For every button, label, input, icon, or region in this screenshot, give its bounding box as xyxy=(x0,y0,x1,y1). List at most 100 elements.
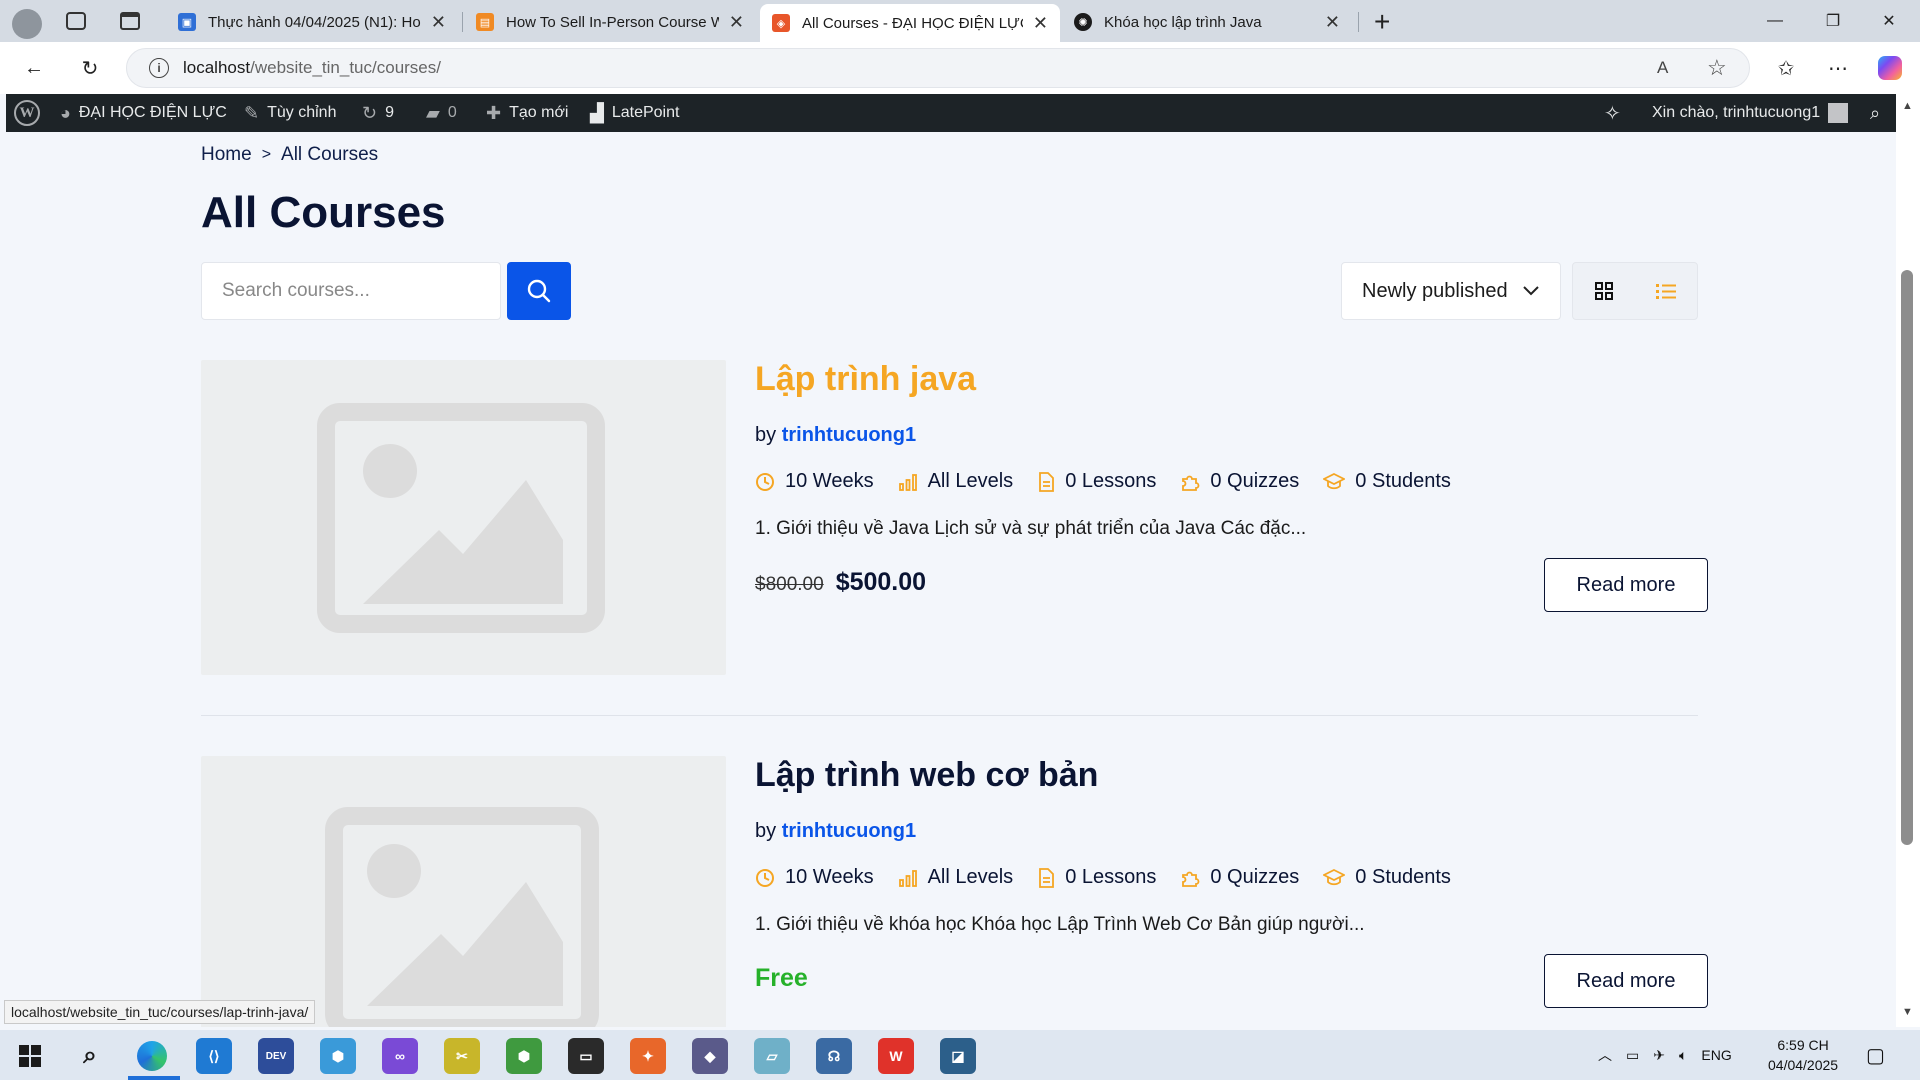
updates-menu[interactable]: ↻ 9 xyxy=(362,94,394,132)
refresh-icon[interactable]: ↻ xyxy=(74,52,106,84)
close-window-icon[interactable]: ✕ xyxy=(1866,6,1912,36)
terminal-icon[interactable]: ▭ xyxy=(568,1038,604,1074)
sort-select[interactable]: Newly published xyxy=(1341,262,1561,320)
wps-office-icon[interactable]: W xyxy=(878,1038,914,1074)
favorites-icon[interactable]: ✩ xyxy=(1770,52,1802,84)
more-menu-icon[interactable]: ⋯ xyxy=(1822,52,1854,84)
postgres-icon[interactable]: ☊ xyxy=(816,1038,852,1074)
course-excerpt: 1. Giới thiệu về khóa học Khóa học Lập T… xyxy=(755,914,1365,935)
close-tab-icon[interactable]: ✕ xyxy=(729,12,744,33)
course-meta: 10 Weeks All Levels 0 Lessons 0 Quizzes … xyxy=(755,866,1451,889)
ssms-icon[interactable]: ◪ xyxy=(940,1038,976,1074)
read-more-button[interactable]: Read more xyxy=(1544,954,1708,1008)
minimize-icon[interactable]: — xyxy=(1752,6,1798,36)
breadcrumb-home-link[interactable]: Home xyxy=(201,144,252,166)
meta-lessons: 0 Lessons xyxy=(1037,866,1156,889)
list-view-button[interactable] xyxy=(1635,263,1697,319)
site-name-menu[interactable]: ◕ ĐẠI HỌC ĐIỆN LỰC xyxy=(60,94,227,132)
active-app-highlight xyxy=(128,1076,180,1080)
course-thumbnail[interactable] xyxy=(201,360,726,675)
windows-start-icon[interactable] xyxy=(12,1038,48,1074)
wp-admin-bar: W ◕ ĐẠI HỌC ĐIỆN LỰC ✎ Tùy chỉnh ↻ 9 ▰ 0… xyxy=(6,94,1896,132)
battery-icon[interactable]: ▭ xyxy=(1626,1047,1639,1064)
sparkle-icon: ✧ xyxy=(1604,102,1621,125)
lesson-file-icon xyxy=(1039,471,1055,492)
airplane-mode-icon[interactable]: ✈ xyxy=(1653,1047,1665,1064)
breadcrumb-current: All Courses xyxy=(281,144,379,165)
course-author: by trinhtucuong1 xyxy=(755,820,917,842)
search-button[interactable] xyxy=(507,262,571,320)
copilot-icon[interactable] xyxy=(1874,52,1906,84)
course-author: by trinhtucuong1 xyxy=(755,424,917,446)
edge-browser-icon[interactable] xyxy=(134,1038,170,1074)
close-tab-icon[interactable]: ✕ xyxy=(1325,12,1340,33)
ai-sparkle-menu[interactable]: ✧ xyxy=(1604,94,1621,132)
volume-icon[interactable]: 🔈︎ xyxy=(1679,1047,1687,1064)
node-icon[interactable]: ⬢ xyxy=(506,1038,542,1074)
search-icon[interactable]: ⌕ xyxy=(72,1038,108,1074)
lesson-file-icon xyxy=(1039,867,1055,888)
profile-icon[interactable] xyxy=(12,9,42,39)
clock[interactable]: 6:59 CH 04/04/2025 xyxy=(1768,1030,1838,1080)
scroll-down-arrow[interactable]: ▼ xyxy=(1902,1006,1913,1018)
workspaces-icon[interactable] xyxy=(66,12,86,30)
latepoint-menu[interactable]: ▟ LatePoint xyxy=(590,94,679,132)
system-tray: ︿ ▭ ✈ 🔈︎ ENG xyxy=(1598,1030,1732,1080)
browser-tab[interactable]: ▣ Thực hành 04/04/2025 (N1): Hoàn ✕ xyxy=(166,6,458,38)
browser-tab[interactable]: ▤ How To Sell In-Person Course Wit ✕ xyxy=(464,6,756,38)
vscode-icon[interactable]: ⟨⟩ xyxy=(196,1038,232,1074)
url-host: localhost xyxy=(183,58,251,77)
course-excerpt: 1. Giới thiệu về Java Lịch sử và sự phát… xyxy=(755,518,1307,539)
browser-tab[interactable]: ✺ Khóa học lập trình Java ✕ xyxy=(1062,6,1352,38)
tab-actions-icon[interactable] xyxy=(120,12,140,30)
favorite-star-icon[interactable]: ☆ xyxy=(1707,55,1727,81)
my-account-menu[interactable]: Xin chào, trinhtucuong1 xyxy=(1652,94,1849,132)
scroll-up-arrow[interactable]: ▲ xyxy=(1902,100,1913,112)
meta-students: 0 Students xyxy=(1323,866,1451,889)
address-bar[interactable]: i localhost/website_tin_tuc/courses/ A ☆ xyxy=(126,48,1750,88)
latepoint-favicon-icon: ◈ xyxy=(772,14,790,32)
search-input[interactable]: Search courses... xyxy=(201,262,501,320)
close-tab-icon[interactable]: ✕ xyxy=(431,12,446,33)
git-app-icon[interactable]: ◆ xyxy=(692,1038,728,1074)
comments-menu[interactable]: ▰ 0 xyxy=(426,94,457,132)
notification-icon[interactable]: ▢ xyxy=(1866,1030,1885,1080)
author-link[interactable]: trinhtucuong1 xyxy=(782,820,916,842)
snipping-tool-icon[interactable]: ✂ xyxy=(444,1038,480,1074)
close-tab-icon[interactable]: ✕ xyxy=(1033,13,1048,34)
book-favicon-icon: ▤ xyxy=(476,13,494,31)
wp-logo-menu[interactable]: W xyxy=(14,94,40,132)
restore-icon[interactable]: ❐ xyxy=(1810,6,1856,36)
graduation-cap-icon xyxy=(1323,868,1346,885)
devc-icon[interactable]: DEV xyxy=(258,1038,294,1074)
course-title-link[interactable]: Lập trình java xyxy=(755,360,976,399)
author-link[interactable]: trinhtucuong1 xyxy=(782,424,916,446)
notes-app-icon[interactable]: ▱ xyxy=(754,1038,790,1074)
admin-search-menu[interactable]: ⌕ xyxy=(1870,94,1880,132)
page-title: All Courses xyxy=(201,188,446,237)
meta-duration: 10 Weeks xyxy=(755,866,874,889)
course-title-link[interactable]: Lập trình web cơ bản xyxy=(755,756,1098,795)
course-thumbnail[interactable] xyxy=(201,756,726,1027)
meta-level: All Levels xyxy=(898,470,1013,493)
chevron-up-icon[interactable]: ︿ xyxy=(1598,1045,1612,1065)
browser-tab-active[interactable]: ◈ All Courses - ĐẠI HỌC ĐIỆN LỰC ✕ xyxy=(760,4,1060,42)
scrollbar-thumb[interactable] xyxy=(1901,270,1913,845)
breadcrumb-separator: > xyxy=(261,146,272,163)
page-content: Home > All Courses All Courses Search co… xyxy=(6,132,1896,1027)
site-info-icon[interactable]: i xyxy=(149,58,169,78)
customize-menu[interactable]: ✎ Tùy chỉnh xyxy=(244,94,336,132)
puzzle-icon xyxy=(1182,475,1200,491)
cube-app-icon[interactable]: ⬢ xyxy=(320,1038,356,1074)
input-language[interactable]: ENG xyxy=(1701,1047,1731,1063)
chevron-down-icon xyxy=(1523,286,1539,296)
read-aloud-icon[interactable]: A xyxy=(1657,58,1668,78)
back-icon[interactable]: ← xyxy=(18,52,50,84)
meta-quizzes: 0 Quizzes xyxy=(1180,470,1299,493)
xampp-icon[interactable]: ✦ xyxy=(630,1038,666,1074)
new-content-menu[interactable]: ✚ Tạo mới xyxy=(486,94,568,132)
read-more-button[interactable]: Read more xyxy=(1544,558,1708,612)
new-tab-icon[interactable]: + xyxy=(1374,6,1390,38)
grid-view-button[interactable] xyxy=(1573,263,1635,319)
visual-studio-icon[interactable]: ∞ xyxy=(382,1038,418,1074)
